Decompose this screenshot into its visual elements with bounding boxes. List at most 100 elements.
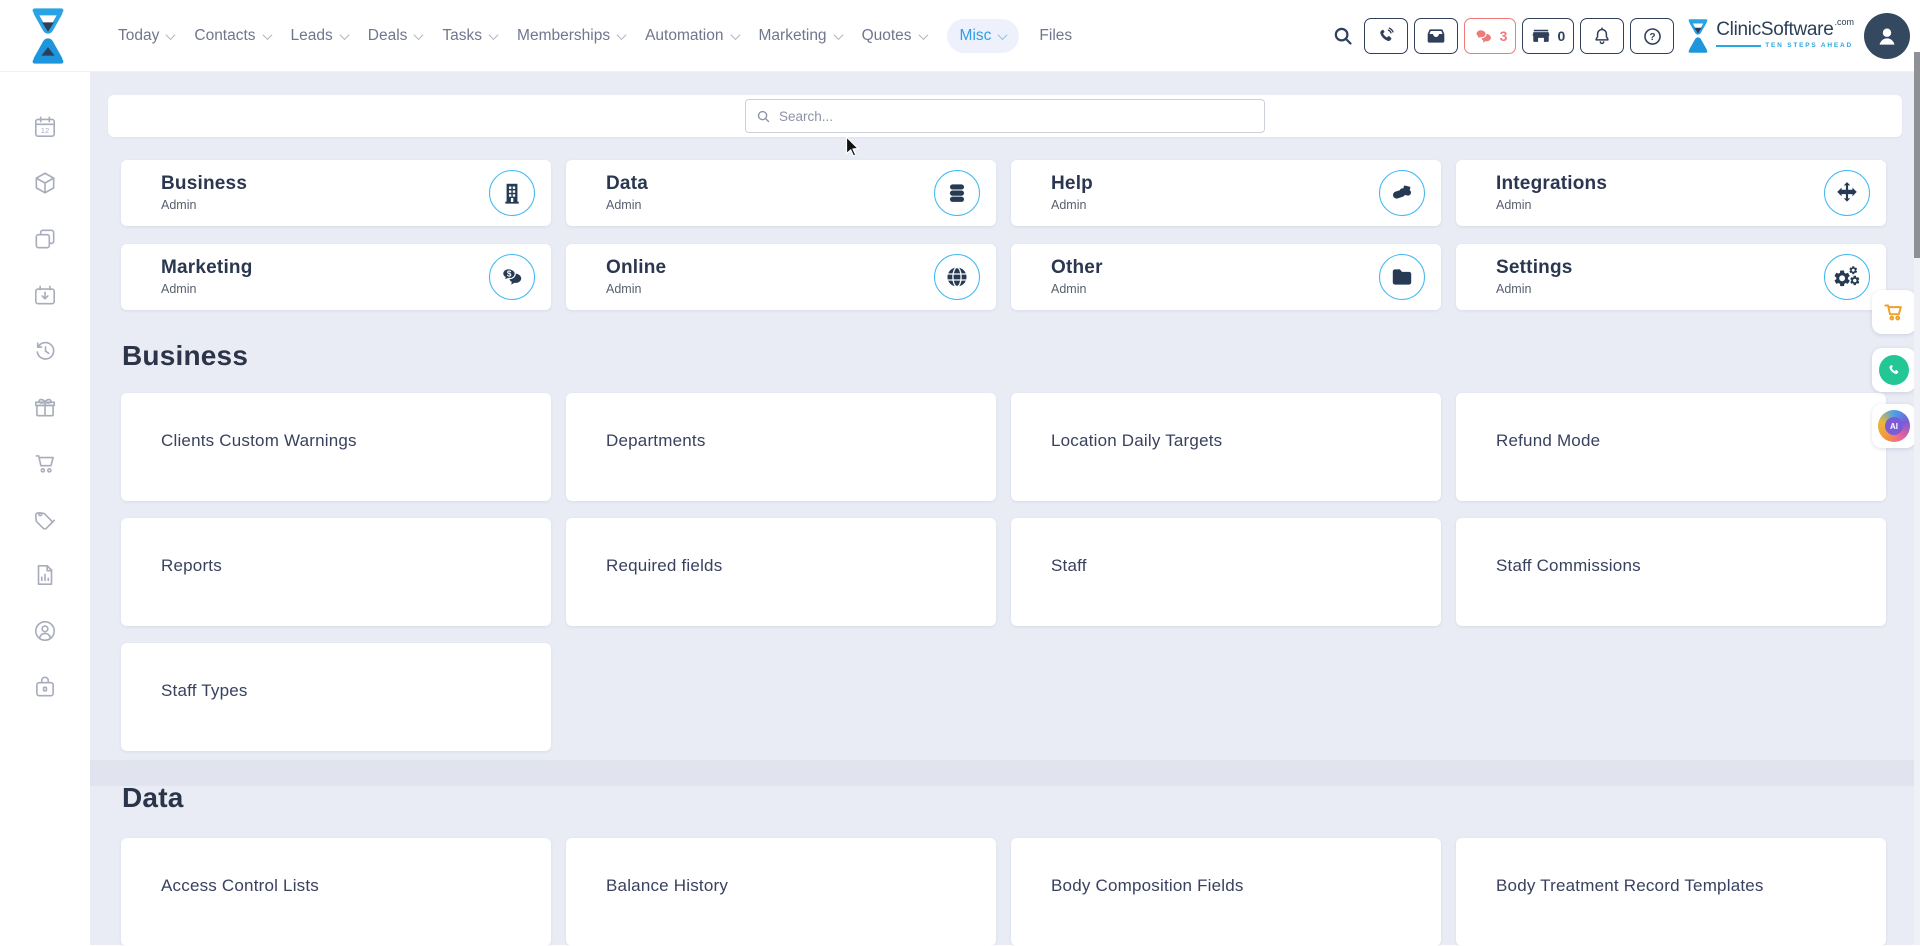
- calendar-import-icon[interactable]: [32, 282, 58, 308]
- chat-button[interactable]: 3: [1464, 18, 1517, 54]
- category-card-business[interactable]: Business Admin: [121, 160, 551, 226]
- brand-logo[interactable]: ClinicSoftware .com TEN STEPS AHEAD: [1685, 19, 1853, 53]
- tile-refund-mode[interactable]: Refund Mode: [1456, 393, 1886, 501]
- page: Today Contacts Leads Deals Tasks Members…: [0, 0, 1920, 945]
- chevron-down-icon: [833, 30, 843, 40]
- nav-label: Memberships: [517, 27, 610, 45]
- search-box[interactable]: [745, 99, 1265, 133]
- tile-clients-custom-warnings[interactable]: Clients Custom Warnings: [121, 393, 551, 501]
- ai-icon: AI: [1878, 410, 1910, 442]
- nav-label: Today: [118, 27, 159, 45]
- tile-location-daily-targets[interactable]: Location Daily Targets: [1011, 393, 1441, 501]
- category-card-marketing[interactable]: Marketing Admin $: [121, 244, 551, 310]
- chevron-down-icon: [918, 30, 928, 40]
- history-icon[interactable]: [32, 338, 58, 364]
- tile-body-composition-fields[interactable]: Body Composition Fields: [1011, 838, 1441, 946]
- gift-icon[interactable]: [32, 394, 58, 420]
- building-icon: [489, 170, 535, 216]
- app-logo-icon[interactable]: [26, 8, 70, 64]
- nav-label: Deals: [368, 27, 408, 45]
- store-button[interactable]: 0: [1522, 18, 1574, 54]
- inbox-button[interactable]: [1414, 18, 1458, 54]
- business-items-grid: Clients Custom Warnings Departments Loca…: [121, 393, 1886, 751]
- tile-balance-history[interactable]: Balance History: [566, 838, 996, 946]
- folder-icon: [1379, 254, 1425, 300]
- nav-item-quotes[interactable]: Quotes: [862, 27, 927, 45]
- user-avatar[interactable]: [1864, 13, 1910, 59]
- move-arrows-icon: [1824, 170, 1870, 216]
- search-icon[interactable]: [1328, 25, 1358, 47]
- inbox-icon: [1426, 26, 1446, 46]
- category-card-online[interactable]: Online Admin: [566, 244, 996, 310]
- nav-item-misc[interactable]: Misc: [947, 19, 1020, 53]
- main-area: 12: [0, 72, 1920, 945]
- category-card-help[interactable]: Help Admin: [1011, 160, 1441, 226]
- ai-label: AI: [1885, 417, 1903, 435]
- search-input[interactable]: [779, 109, 1254, 124]
- nav-label: Marketing: [759, 27, 827, 45]
- tile-reports[interactable]: Reports: [121, 518, 551, 626]
- copy-icon[interactable]: [32, 226, 58, 252]
- category-card-integrations[interactable]: Integrations Admin: [1456, 160, 1886, 226]
- tile-required-fields[interactable]: Required fields: [566, 518, 996, 626]
- nav-item-contacts[interactable]: Contacts: [194, 27, 270, 45]
- bell-icon: [1592, 26, 1612, 46]
- search-bar: [108, 95, 1902, 137]
- section-title-business: Business: [122, 340, 248, 372]
- comments-dollar-icon: $: [489, 254, 535, 300]
- whatsapp-icon: [1879, 355, 1909, 385]
- floating-whatsapp-button[interactable]: [1872, 348, 1916, 392]
- nav-label: Tasks: [442, 27, 482, 45]
- tile-body-treatment-record-templates[interactable]: Body Treatment Record Templates: [1456, 838, 1886, 946]
- chat-bubbles-icon: [1473, 26, 1494, 47]
- nav-item-today[interactable]: Today: [118, 27, 174, 45]
- store-icon: [1531, 26, 1551, 46]
- briefcase-lock-icon[interactable]: [32, 674, 58, 700]
- notifications-button[interactable]: [1580, 18, 1624, 54]
- floating-cart-button[interactable]: [1872, 290, 1916, 334]
- cart-icon[interactable]: [32, 450, 58, 476]
- nav-item-automation[interactable]: Automation: [645, 27, 738, 45]
- help-icon: ?: [1642, 26, 1663, 47]
- report-icon[interactable]: [32, 562, 58, 588]
- tag-icon[interactable]: [32, 506, 58, 532]
- cart-icon: [1881, 299, 1907, 325]
- nav-item-deals[interactable]: Deals: [368, 27, 423, 45]
- tile-staff[interactable]: Staff: [1011, 518, 1441, 626]
- category-card-data[interactable]: Data Admin: [566, 160, 996, 226]
- nav-label: Contacts: [194, 27, 255, 45]
- gears-icon: [1824, 254, 1870, 300]
- scrollbar-thumb[interactable]: [1914, 52, 1920, 258]
- nav-item-leads[interactable]: Leads: [291, 27, 348, 45]
- store-count-badge: 0: [1557, 28, 1565, 44]
- nav-item-marketing[interactable]: Marketing: [759, 27, 842, 45]
- floating-ai-button[interactable]: AI: [1872, 404, 1916, 448]
- data-items-grid: Access Control Lists Balance History Bod…: [121, 838, 1886, 946]
- nav-item-files[interactable]: Files: [1039, 27, 1072, 45]
- chevron-down-icon: [998, 30, 1008, 40]
- header-actions: 3 0: [1328, 0, 1910, 72]
- brand-text: ClinicSoftware .com TEN STEPS AHEAD: [1716, 19, 1853, 49]
- tile-departments[interactable]: Departments: [566, 393, 996, 501]
- nav-item-memberships[interactable]: Memberships: [517, 27, 625, 45]
- phone-button[interactable]: [1364, 18, 1408, 54]
- help-button[interactable]: ?: [1630, 18, 1674, 54]
- category-grid: Business Admin Data Admin: [121, 160, 1886, 310]
- main-nav: Today Contacts Leads Deals Tasks Members…: [118, 0, 1072, 72]
- chevron-down-icon: [730, 30, 740, 40]
- calendar-icon[interactable]: 12: [32, 114, 58, 140]
- globe-icon: [934, 254, 980, 300]
- nav-item-tasks[interactable]: Tasks: [442, 27, 497, 45]
- tile-access-control-lists[interactable]: Access Control Lists: [121, 838, 551, 946]
- category-card-settings[interactable]: Settings Admin: [1456, 244, 1886, 310]
- section-title-data: Data: [122, 782, 184, 814]
- tile-staff-commissions[interactable]: Staff Commissions: [1456, 518, 1886, 626]
- tile-staff-types[interactable]: Staff Types: [121, 643, 551, 751]
- package-icon[interactable]: [32, 170, 58, 196]
- account-icon[interactable]: [32, 618, 58, 644]
- database-icon: [934, 170, 980, 216]
- category-card-other[interactable]: Other Admin: [1011, 244, 1441, 310]
- chevron-down-icon: [414, 30, 424, 40]
- chevron-down-icon: [262, 30, 272, 40]
- nav-label: Files: [1039, 27, 1072, 45]
